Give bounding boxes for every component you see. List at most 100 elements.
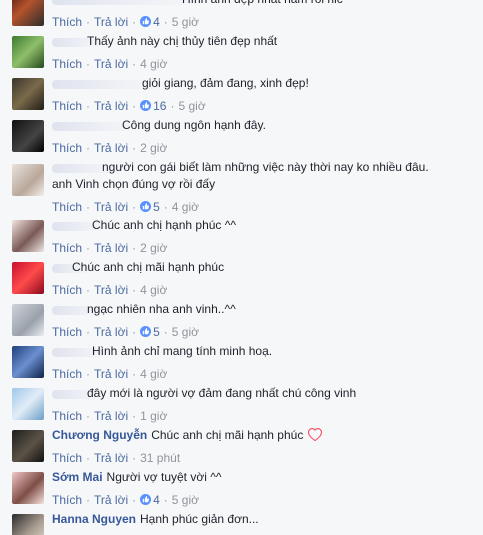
comment-text-line: Thấy ảnh này chị thủy tiên đẹp nhất — [87, 34, 277, 49]
like-link[interactable]: Thích — [52, 283, 82, 297]
like-link[interactable]: Thích — [52, 241, 82, 255]
comment-timestamp[interactable]: 5 giờ — [172, 493, 199, 507]
like-count[interactable]: 5 — [140, 325, 160, 339]
reply-link[interactable]: Trả lời — [94, 200, 128, 214]
avatar[interactable] — [12, 120, 44, 152]
avatar[interactable] — [12, 346, 44, 378]
avatar[interactable] — [12, 388, 44, 420]
comment-timestamp[interactable]: 31 phút — [140, 451, 180, 465]
comment-actions: Thích · Trả lời · 31 phút — [52, 451, 180, 465]
avatar[interactable] — [12, 0, 44, 26]
separator-dot: · — [163, 15, 168, 29]
like-link[interactable]: Thích — [52, 141, 82, 155]
reply-link[interactable]: Trả lời — [94, 409, 128, 423]
like-count[interactable]: 4 — [140, 493, 160, 507]
comment-text: Chúc anh chị hạnh phúc ^^ — [92, 218, 237, 232]
reply-link[interactable]: Trả lời — [94, 367, 128, 381]
comment-actions: Thích · Trả lời · 4 giờ — [52, 283, 167, 297]
separator-dot: · — [86, 451, 91, 465]
like-count[interactable]: 4 — [140, 15, 160, 29]
avatar[interactable] — [12, 514, 44, 535]
reply-link[interactable]: Trả lời — [94, 141, 128, 155]
comment-timestamp[interactable]: 4 giờ — [140, 283, 167, 297]
comment-actions: Thích · Trả lời · 2 giờ — [52, 241, 167, 255]
separator-dot: · — [86, 200, 91, 214]
avatar[interactable] — [12, 36, 44, 68]
separator-dot: · — [132, 241, 137, 255]
reply-link[interactable]: Trả lời — [94, 57, 128, 71]
avatar[interactable] — [12, 220, 44, 252]
red-photo — [12, 262, 44, 294]
separator-dot: · — [86, 367, 91, 381]
comment-text-line: giỏi giang, đảm đang, xinh đẹp! — [142, 76, 309, 91]
reply-link[interactable]: Trả lời — [94, 283, 128, 297]
separator-dot: · — [163, 493, 168, 507]
separator-dot: · — [86, 493, 91, 507]
comment-timestamp[interactable]: 2 giờ — [140, 241, 167, 255]
comment-text: Công dung ngôn hạnh đây. — [122, 118, 266, 132]
reply-link[interactable]: Trả lời — [94, 451, 128, 465]
comment-author-link[interactable]: Chương Nguyễn — [52, 428, 147, 442]
like-link[interactable]: Thích — [52, 200, 82, 214]
comment-text: Chúc anh chị mãi hạnh phúc — [72, 260, 225, 274]
like-link[interactable]: Thích — [52, 57, 82, 71]
like-count[interactable]: 16 — [140, 99, 166, 113]
comment-timestamp[interactable]: 1 giờ — [140, 409, 167, 423]
sky-photo — [12, 388, 44, 420]
comment-timestamp[interactable]: 4 giờ — [140, 57, 167, 71]
comment-timestamp[interactable]: 2 giờ — [140, 141, 167, 155]
separator-dot: · — [132, 451, 137, 465]
reply-link[interactable]: Trả lời — [94, 493, 128, 507]
separator-dot: · — [170, 99, 175, 113]
comment-timestamp[interactable]: 5 giờ — [172, 325, 199, 339]
like-link[interactable]: Thích — [52, 493, 82, 507]
avatar[interactable] — [12, 472, 44, 504]
comment-text-line: đây mới là người vợ đảm đang nhất chú cô… — [87, 386, 356, 401]
avatar[interactable] — [12, 304, 44, 336]
separator-dot: · — [86, 325, 91, 339]
comment-timestamp[interactable]: 5 giờ — [178, 99, 205, 113]
like-link[interactable]: Thích — [52, 451, 82, 465]
thumbs-up-icon — [140, 494, 152, 505]
separator-dot: · — [132, 409, 137, 423]
reply-link[interactable]: Trả lời — [94, 15, 128, 29]
comment-text: người con gái biết làm những việc này th… — [102, 160, 429, 174]
separator-dot: · — [132, 99, 137, 113]
blurred-author-name — [52, 0, 202, 5]
like-link[interactable]: Thích — [52, 325, 82, 339]
comment-actions: Thích · Trả lời · 16 · 5 giờ — [52, 99, 206, 113]
like-count-number: 5 — [153, 325, 160, 339]
avatar[interactable] — [12, 164, 44, 196]
like-link[interactable]: Thích — [52, 409, 82, 423]
woman-photo — [12, 472, 44, 504]
thumbs-up-icon — [140, 326, 152, 337]
comment-actions: Thích · Trả lời · 1 giờ — [52, 409, 167, 423]
comment-timestamp[interactable]: 4 giờ — [172, 200, 199, 214]
avatar[interactable] — [12, 262, 44, 294]
thumbs-up-icon — [140, 100, 152, 111]
comment-text-line: anh Vinh chọn đúng vợ rồi đấy — [52, 177, 215, 192]
like-link[interactable]: Thích — [52, 99, 82, 113]
like-count[interactable]: 5 — [140, 200, 160, 214]
comment-author-link[interactable]: Sớm Mai — [52, 470, 103, 484]
comment-timestamp[interactable]: 5 giờ — [172, 15, 199, 29]
comment-text-line: Hình ảnh chỉ mang tính minh hoạ. — [92, 344, 272, 359]
like-count-number: 5 — [153, 200, 160, 214]
comment-text: Người vợ tuyệt vời ^^ — [106, 470, 222, 484]
like-link[interactable]: Thích — [52, 367, 82, 381]
comment-text-line: Chương Nguyễn Chúc anh chị mãi hạnh phúc — [52, 428, 323, 443]
black-photo — [12, 120, 44, 152]
like-link[interactable]: Thích — [52, 15, 82, 29]
comment-author-link[interactable]: Hanna Nguyen — [52, 512, 136, 526]
comment-text-line: Chúc anh chị hạnh phúc ^^ — [92, 218, 236, 233]
separator-dot: · — [132, 493, 137, 507]
comment-timestamp[interactable]: 4 giờ — [140, 367, 167, 381]
avatar[interactable] — [12, 78, 44, 110]
comment-text-line: Công dung ngôn hạnh đây. — [122, 118, 266, 133]
separator-dot: · — [132, 15, 137, 29]
thumbs-up-icon — [140, 16, 152, 27]
reply-link[interactable]: Trả lời — [94, 241, 128, 255]
reply-link[interactable]: Trả lời — [94, 325, 128, 339]
reply-link[interactable]: Trả lời — [94, 99, 128, 113]
avatar[interactable] — [12, 430, 44, 462]
